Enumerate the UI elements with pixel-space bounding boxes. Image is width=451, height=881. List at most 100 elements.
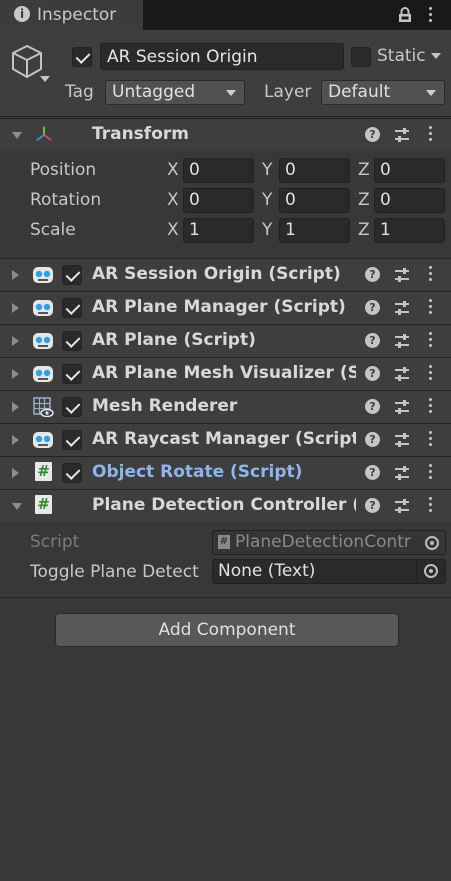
script-hash-icon: #: [35, 495, 52, 514]
axis-y-label: Y: [262, 190, 273, 210]
chevron-down-icon: [226, 90, 236, 96]
presets-sliders-icon[interactable]: [394, 333, 410, 349]
active-checkbox[interactable]: [72, 47, 92, 67]
script-field-value: PlaneDetectionContr: [235, 532, 411, 552]
component-ar-plane[interactable]: AR Plane (Script) ?: [0, 324, 451, 357]
component-menu-icon[interactable]: [426, 397, 434, 417]
position-x-field[interactable]: 0: [183, 158, 254, 183]
script-hash-icon: #: [218, 535, 230, 549]
component-menu-icon[interactable]: [426, 125, 434, 145]
layer-value: Default: [328, 82, 391, 102]
divider: [0, 597, 451, 598]
component-ar-raycast-manager[interactable]: AR Raycast Manager (Script ?: [0, 423, 451, 456]
scale-x-field[interactable]: 1: [183, 218, 254, 243]
help-icon[interactable]: ?: [365, 432, 380, 447]
foldout-closed-icon[interactable]: [12, 336, 19, 346]
rotation-z-field[interactable]: 0: [374, 188, 445, 213]
component-enabled-checkbox[interactable]: [62, 298, 82, 318]
transform-header[interactable]: Transform ?: [0, 118, 451, 151]
presets-sliders-icon[interactable]: [394, 465, 410, 481]
component-enabled-checkbox[interactable]: [62, 430, 82, 450]
position-y-field[interactable]: 0: [279, 158, 350, 183]
component-menu-icon[interactable]: [426, 463, 434, 483]
tag-value: Untagged: [112, 82, 196, 102]
tab-title: Inspector: [37, 5, 117, 25]
foldout-closed-icon[interactable]: [12, 303, 19, 313]
static-label: Static: [377, 46, 426, 66]
help-icon[interactable]: ?: [365, 267, 380, 282]
foldout-closed-icon[interactable]: [12, 270, 19, 280]
inspector-tab-bar: i Inspector: [0, 0, 451, 30]
scale-z-field[interactable]: 1: [374, 218, 445, 243]
rotation-x-field[interactable]: 0: [183, 188, 254, 213]
component-mesh-renderer[interactable]: Mesh Renderer ?: [0, 390, 451, 423]
component-object-rotate[interactable]: # Object Rotate (Script) ?: [0, 456, 451, 489]
component-enabled-checkbox[interactable]: [62, 265, 82, 285]
foldout-closed-icon[interactable]: [12, 435, 19, 445]
component-enabled-checkbox[interactable]: [62, 463, 82, 483]
toggle-plane-detection-field[interactable]: None (Text): [212, 559, 446, 584]
help-icon[interactable]: ?: [365, 498, 380, 513]
component-menu-icon[interactable]: [426, 265, 434, 285]
help-icon[interactable]: ?: [365, 127, 380, 142]
lock-icon[interactable]: [397, 7, 413, 23]
rotation-y-field[interactable]: 0: [279, 188, 350, 213]
component-plane-detection-controller[interactable]: # Plane Detection Controller (S ?: [0, 489, 451, 522]
presets-sliders-icon[interactable]: [394, 432, 410, 448]
inspector-tab[interactable]: i Inspector: [0, 0, 144, 30]
object-picker-button[interactable]: [416, 560, 445, 583]
presets-sliders-icon[interactable]: [394, 498, 410, 514]
static-chevron-down-icon[interactable]: [431, 53, 441, 59]
component-menu-icon[interactable]: [426, 364, 434, 384]
presets-sliders-icon[interactable]: [394, 267, 410, 283]
component-menu-icon[interactable]: [426, 496, 434, 516]
icon-picker-chevron-down-icon[interactable]: [40, 76, 50, 82]
presets-sliders-icon[interactable]: [394, 399, 410, 415]
component-enabled-checkbox[interactable]: [62, 397, 82, 417]
axis-y-label: Y: [262, 160, 273, 180]
component-title: Mesh Renderer: [92, 396, 238, 416]
help-icon[interactable]: ?: [365, 366, 380, 381]
help-icon[interactable]: ?: [365, 465, 380, 480]
component-title: AR Session Origin (Script): [92, 264, 341, 284]
static-checkbox[interactable]: [351, 47, 371, 67]
foldout-closed-icon[interactable]: [12, 369, 19, 379]
foldout-open-icon[interactable]: [12, 503, 22, 510]
tag-label: Tag: [65, 82, 94, 102]
component-enabled-checkbox[interactable]: [62, 364, 82, 384]
component-menu-icon[interactable]: [426, 430, 434, 450]
component-menu-icon[interactable]: [426, 298, 434, 318]
add-component-button[interactable]: Add Component: [55, 613, 399, 647]
foldout-closed-icon[interactable]: [12, 468, 19, 478]
help-icon[interactable]: ?: [365, 300, 380, 315]
scale-y-field[interactable]: 1: [279, 218, 350, 243]
help-icon[interactable]: ?: [365, 333, 380, 348]
component-ar-plane-manager[interactable]: AR Plane Manager (Script) ?: [0, 291, 451, 324]
tab-menu-icon[interactable]: [426, 5, 434, 25]
script-hash-icon: #: [35, 462, 52, 481]
component-ar-session-origin[interactable]: AR Session Origin (Script) ?: [0, 258, 451, 291]
component-ar-plane-mesh-visualizer[interactable]: AR Plane Mesh Visualizer (Sc ?: [0, 357, 451, 390]
chevron-down-icon: [426, 90, 436, 96]
component-menu-icon[interactable]: [426, 331, 434, 351]
axis-z-label: Z: [358, 190, 370, 210]
tag-dropdown[interactable]: Untagged: [105, 80, 245, 105]
presets-sliders-icon[interactable]: [394, 300, 410, 316]
presets-sliders-icon[interactable]: [394, 127, 410, 143]
robot-icon: [33, 432, 53, 448]
position-z-field[interactable]: 0: [374, 158, 445, 183]
rotation-label: Rotation: [30, 190, 102, 210]
gameobject-cube-icon: [12, 45, 42, 78]
component-title: Plane Detection Controller (S: [92, 495, 356, 515]
component-enabled-checkbox[interactable]: [62, 331, 82, 351]
object-name-field[interactable]: AR Session Origin: [100, 43, 344, 70]
help-icon[interactable]: ?: [365, 399, 380, 414]
layer-dropdown[interactable]: Default: [321, 80, 445, 105]
presets-sliders-icon[interactable]: [394, 366, 410, 382]
transform-title: Transform: [92, 124, 189, 144]
axis-x-label: X: [167, 220, 179, 240]
component-title: AR Plane Mesh Visualizer (Sc: [92, 363, 356, 383]
foldout-open-icon[interactable]: [12, 132, 22, 139]
script-field: PlaneDetectionContr #: [212, 530, 446, 555]
foldout-closed-icon[interactable]: [12, 402, 19, 412]
